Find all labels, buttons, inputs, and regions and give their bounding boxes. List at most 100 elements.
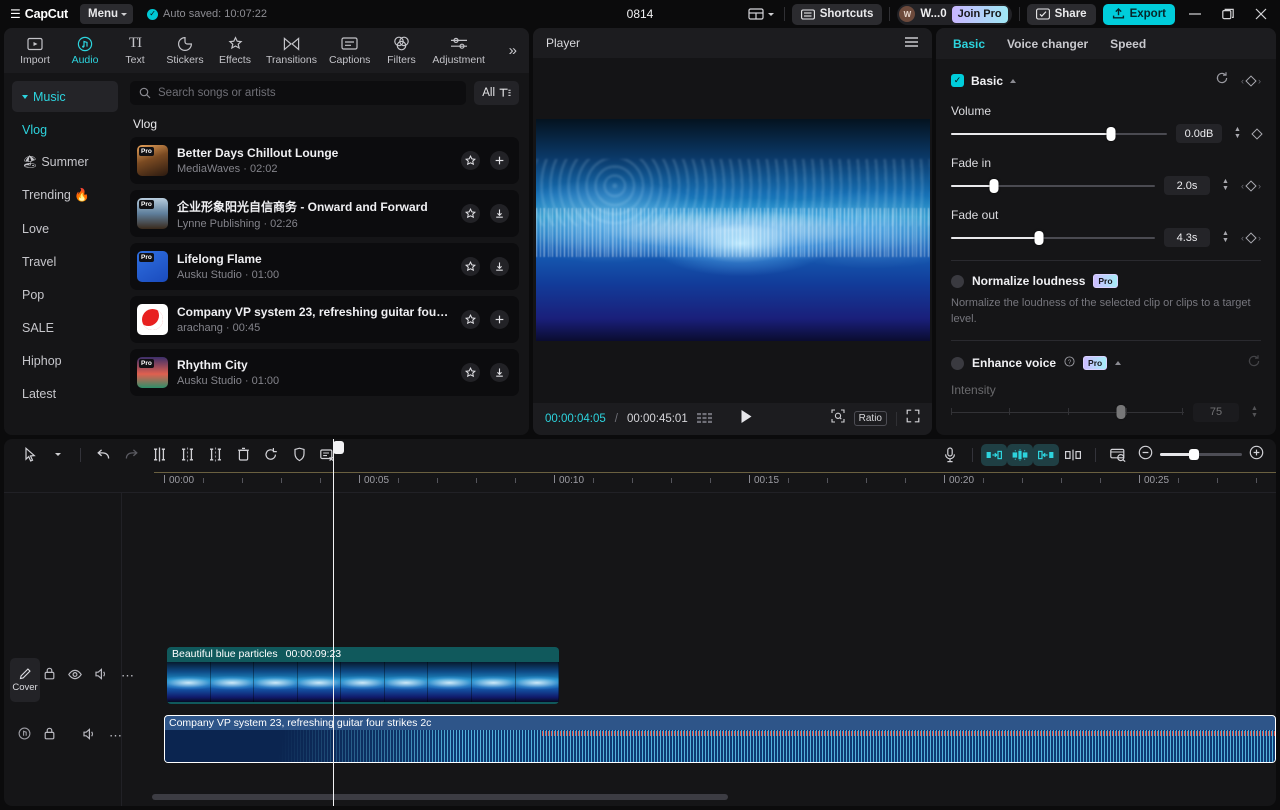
search-input[interactable]: Search songs or artists <box>158 87 276 99</box>
hide-track-icon[interactable] <box>68 667 82 685</box>
tab-speed[interactable]: Speed <box>1110 37 1146 51</box>
add-to-timeline-icon[interactable] <box>490 151 509 170</box>
enhance-voice-row[interactable]: Enhance voice ? Pro <box>951 354 1261 373</box>
trim-right-button[interactable] <box>201 442 229 468</box>
tab-filters[interactable]: Filters <box>376 30 426 72</box>
lock-track-icon[interactable] <box>44 667 55 685</box>
tab-text[interactable]: TI Text <box>110 30 160 72</box>
normalize-toggle[interactable] <box>951 275 964 288</box>
sidebar-item-sale[interactable]: SALE <box>12 312 118 343</box>
ratio-button[interactable]: Ratio <box>854 411 887 426</box>
keyframe-diamond-icon[interactable] <box>1251 128 1262 139</box>
zoom-to-fit-icon[interactable] <box>831 409 845 428</box>
favorite-star-icon[interactable] <box>461 257 480 276</box>
sidebar-item-travel[interactable]: Travel <box>12 246 118 277</box>
shield-button[interactable] <box>285 442 313 468</box>
fade-out-stepper[interactable]: ▲▼ <box>1219 231 1232 244</box>
mute-track-icon[interactable] <box>95 667 108 685</box>
zoom-in-icon[interactable] <box>1249 445 1264 465</box>
list-item[interactable]: Company VP system 23, refreshing guitar … <box>130 296 519 343</box>
sidebar-item-summer[interactable]: 🏖 Summer <box>12 147 118 178</box>
trim-left-button[interactable] <box>173 442 201 468</box>
sidebar-item-music[interactable]: Music <box>12 81 118 112</box>
snap-left-button[interactable] <box>981 444 1007 466</box>
lock-track-icon[interactable] <box>44 727 55 745</box>
volume-value[interactable]: 0.0dB <box>1176 124 1222 143</box>
zoom-out-icon[interactable] <box>1138 445 1153 465</box>
keyframe-diamond-icon[interactable] <box>1245 232 1256 243</box>
sidebar-item-hiphop[interactable]: Hiphop <box>12 345 118 376</box>
close-button[interactable] <box>1248 3 1274 25</box>
sidebar-item-vlog[interactable]: Vlog <box>12 114 118 145</box>
help-icon[interactable]: ? <box>1064 354 1075 372</box>
favorite-star-icon[interactable] <box>461 151 480 170</box>
playhead-line[interactable] <box>333 439 334 806</box>
fade-out-slider[interactable] <box>951 232 1155 244</box>
magnet-snap-button[interactable] <box>1059 442 1087 468</box>
layout-switch-button[interactable] <box>745 5 777 23</box>
maximize-button[interactable] <box>1215 3 1241 25</box>
fade-out-value[interactable]: 4.3s <box>1164 228 1210 247</box>
tab-audio[interactable]: Audio <box>60 30 110 72</box>
cover-button[interactable]: Cover <box>10 658 40 702</box>
menu-button[interactable]: Menu <box>80 4 133 24</box>
basic-enable-checkbox[interactable]: ✓ <box>951 74 964 87</box>
keyframe-diamond-icon[interactable] <box>1245 75 1256 86</box>
chevron-up-icon[interactable] <box>1115 361 1121 365</box>
delete-button[interactable] <box>229 442 257 468</box>
favorite-star-icon[interactable] <box>461 363 480 382</box>
reset-icon[interactable] <box>1215 71 1229 90</box>
track-more-icon[interactable]: ⋯ <box>109 732 122 740</box>
list-item[interactable]: Pro 企业形象阳光自信商务 - Onward and Forward Lynn… <box>130 190 519 237</box>
timeline-horizontal-scrollbar[interactable] <box>152 794 728 800</box>
mirror-button[interactable] <box>257 442 285 468</box>
download-icon[interactable] <box>490 204 509 223</box>
intensity-stepper[interactable]: ▲▼ <box>1248 406 1261 419</box>
sidebar-item-love[interactable]: Love <box>12 213 118 244</box>
record-voiceover-button[interactable] <box>936 442 964 468</box>
select-tool-button[interactable] <box>16 442 44 468</box>
list-item[interactable]: Pro Lifelong Flame Ausku Studio · 01:00 <box>130 243 519 290</box>
timeline-ruler[interactable]: 00:00 00:05 00:10 00:15 00:20 00:25 <box>4 471 1276 493</box>
preview-thumbnail-button[interactable] <box>1104 442 1132 468</box>
snap-right-button[interactable] <box>1033 444 1059 466</box>
undo-button[interactable] <box>89 442 117 468</box>
fullscreen-icon[interactable] <box>906 409 920 428</box>
play-button[interactable] <box>740 409 753 429</box>
reset-icon[interactable] <box>1247 354 1261 373</box>
tab-stickers[interactable]: Stickers <box>160 30 210 72</box>
slider-knob[interactable] <box>989 179 998 193</box>
sidebar-item-pop[interactable]: Pop <box>12 279 118 310</box>
playhead-handle[interactable] <box>333 441 344 454</box>
mute-track-icon[interactable] <box>83 727 96 745</box>
list-item[interactable]: Pro Rhythm City Ausku Studio · 01:00 <box>130 349 519 396</box>
normalize-loudness-row[interactable]: Normalize loudness Pro <box>951 274 1261 288</box>
sidebar-item-trending[interactable]: Trending 🔥 <box>12 180 118 211</box>
minimize-button[interactable] <box>1182 3 1208 25</box>
volume-stepper[interactable]: ▲▼ <box>1231 127 1244 140</box>
slider-knob[interactable] <box>1117 405 1126 419</box>
favorite-star-icon[interactable] <box>461 310 480 329</box>
player-menu-icon[interactable] <box>904 36 919 51</box>
audio-clip[interactable]: Company VP system 23, refreshing guitar … <box>164 715 1276 763</box>
more-tabs-button[interactable]: » <box>503 42 523 59</box>
tab-transitions[interactable]: Transitions <box>260 30 323 72</box>
account-chip[interactable]: W W...0 Join Pro <box>897 4 1011 25</box>
split-button[interactable] <box>145 442 173 468</box>
add-to-timeline-icon[interactable] <box>490 310 509 329</box>
auto-snap-button[interactable] <box>1007 444 1033 466</box>
download-icon[interactable] <box>490 363 509 382</box>
zoom-slider-knob[interactable] <box>1189 449 1199 460</box>
fade-in-stepper[interactable]: ▲▼ <box>1219 179 1232 192</box>
favorite-star-icon[interactable] <box>461 204 480 223</box>
fade-in-value[interactable]: 2.0s <box>1164 176 1210 195</box>
volume-slider[interactable] <box>951 128 1167 140</box>
download-icon[interactable] <box>490 257 509 276</box>
list-item[interactable]: Pro Better Days Chillout Lounge MediaWav… <box>130 137 519 184</box>
tab-captions[interactable]: Captions <box>323 30 376 72</box>
prev-keyframe-icon[interactable]: ‹ <box>1241 76 1244 86</box>
share-button[interactable]: Share <box>1027 4 1096 25</box>
tab-import[interactable]: Import <box>10 30 60 72</box>
slider-knob[interactable] <box>1034 231 1043 245</box>
search-box[interactable]: Search songs or artists <box>130 81 466 105</box>
